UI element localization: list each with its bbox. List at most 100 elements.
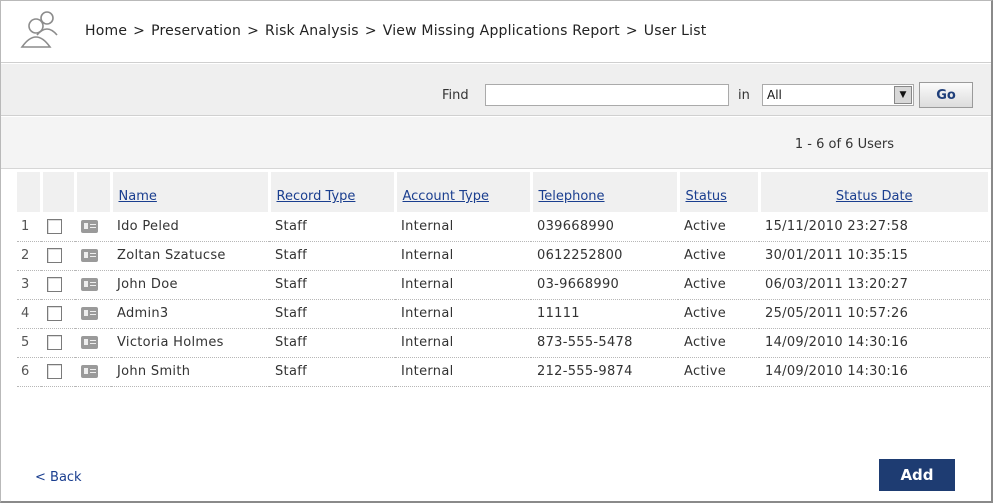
cell-telephone: 039668990 xyxy=(531,212,678,242)
results-summary-bar: 1 - 6 of 6 Users xyxy=(1,117,991,169)
contact-card-icon[interactable] xyxy=(81,307,98,320)
row-checkbox[interactable] xyxy=(47,364,62,379)
row-select-cell xyxy=(41,328,75,358)
row-select-cell xyxy=(41,270,75,300)
cell-record-type: Staff xyxy=(269,212,395,242)
breadcrumb-home[interactable]: Home xyxy=(85,23,127,39)
table-row: 6 John Smith Staff Internal 212-555-9874… xyxy=(17,357,990,387)
user-table: Name Record Type Account Type Telephone … xyxy=(17,172,991,387)
users-icon xyxy=(20,11,58,48)
row-select-cell xyxy=(41,299,75,329)
cell-account-type: Internal xyxy=(395,357,531,387)
cell-account-type: Internal xyxy=(395,241,531,271)
cell-record-type: Staff xyxy=(269,299,395,329)
row-icon-cell xyxy=(75,328,111,358)
sort-status-link[interactable]: Status xyxy=(686,189,727,204)
row-checkbox[interactable] xyxy=(47,248,62,263)
cell-status: Active xyxy=(678,241,759,271)
row-checkbox[interactable] xyxy=(47,335,62,350)
cell-status-date: 15/11/2010 23:27:58 xyxy=(759,212,990,242)
go-button[interactable]: Go xyxy=(919,82,973,108)
breadcrumb-current: User List xyxy=(643,23,707,39)
header-account-type: Account Type xyxy=(395,172,533,212)
table-row: 2 Zoltan Szatucse Staff Internal 0612252… xyxy=(17,241,990,271)
table-row: 3 John Doe Staff Internal 03-9668990 Act… xyxy=(17,270,990,300)
cell-record-type: Staff xyxy=(269,357,395,387)
header-record-type: Record Type xyxy=(269,172,397,212)
breadcrumb-separator: > xyxy=(364,23,377,39)
cell-status-date: 14/09/2010 14:30:16 xyxy=(759,357,990,387)
cell-status-date: 25/05/2011 10:57:26 xyxy=(759,299,990,329)
breadcrumb-preservation[interactable]: Preservation xyxy=(151,23,241,39)
header-select xyxy=(41,172,77,212)
contact-card-icon[interactable] xyxy=(81,219,98,233)
cell-account-type: Internal xyxy=(395,299,531,329)
contact-card-icon[interactable] xyxy=(81,249,98,262)
cell-status-date: 30/01/2011 10:35:15 xyxy=(759,241,990,271)
header-index xyxy=(17,172,43,212)
header-status: Status xyxy=(678,172,761,212)
row-select-cell xyxy=(41,212,75,242)
table-row: 5 Victoria Holmes Staff Internal 873-555… xyxy=(17,328,990,358)
search-scope-select[interactable]: All ▼ xyxy=(762,84,914,106)
cell-status-date: 06/03/2011 13:20:27 xyxy=(759,270,990,300)
cell-name: Victoria Holmes xyxy=(111,328,269,358)
row-index: 3 xyxy=(17,270,41,300)
sort-name-link[interactable]: Name xyxy=(119,189,157,204)
header-telephone: Telephone xyxy=(531,172,680,212)
row-checkbox[interactable] xyxy=(47,306,62,321)
table-row: 4 Admin3 Staff Internal 11111 Active 25/… xyxy=(17,299,990,329)
breadcrumb-separator: > xyxy=(625,23,638,39)
cell-name: Zoltan Szatucse xyxy=(111,241,269,271)
breadcrumb: Home > Preservation > Risk Analysis > View Mis… xyxy=(85,23,706,39)
cell-name: John Smith xyxy=(111,357,269,387)
cell-telephone: 11111 xyxy=(531,299,678,329)
row-checkbox[interactable] xyxy=(47,218,62,234)
page-header: Home > Preservation > Risk Analysis > View Mis… xyxy=(1,1,991,63)
cell-record-type: Staff xyxy=(269,270,395,300)
row-checkbox[interactable] xyxy=(47,277,62,292)
contact-card-icon[interactable] xyxy=(81,278,98,291)
search-bar: Find in All ▼ Go xyxy=(1,64,991,116)
add-button[interactable]: Add xyxy=(879,459,955,491)
cell-telephone: 212-555-9874 xyxy=(531,357,678,387)
contact-card-icon[interactable] xyxy=(81,365,98,378)
breadcrumb-risk-analysis[interactable]: Risk Analysis xyxy=(265,23,359,39)
find-label: Find xyxy=(442,88,469,103)
row-index: 6 xyxy=(17,357,41,387)
cell-status: Active xyxy=(678,357,759,387)
sort-record-type-link[interactable]: Record Type xyxy=(277,189,356,204)
cell-record-type: Staff xyxy=(269,328,395,358)
results-count: 1 - 6 of 6 Users xyxy=(794,137,894,152)
cell-telephone: 0612252800 xyxy=(531,241,678,271)
cell-telephone: 03-9668990 xyxy=(531,270,678,300)
header-icon xyxy=(75,172,113,212)
cell-name: Ido Peled xyxy=(111,212,269,242)
back-link[interactable]: < Back xyxy=(35,470,82,485)
row-icon-cell xyxy=(75,270,111,300)
row-icon-cell xyxy=(75,212,111,242)
search-input[interactable] xyxy=(485,84,729,106)
cell-account-type: Internal xyxy=(395,212,531,242)
search-scope-value: All xyxy=(767,88,782,102)
breadcrumb-missing-apps-report[interactable]: View Missing Applications Report xyxy=(383,23,620,39)
cell-status: Active xyxy=(678,299,759,329)
cell-status: Active xyxy=(678,328,759,358)
row-index: 4 xyxy=(17,299,41,329)
chevron-down-icon[interactable]: ▼ xyxy=(894,86,912,104)
cell-account-type: Internal xyxy=(395,270,531,300)
contact-card-icon[interactable] xyxy=(81,336,98,349)
cell-status-date: 14/09/2010 14:30:16 xyxy=(759,328,990,358)
cell-telephone: 873-555-5478 xyxy=(531,328,678,358)
row-index: 2 xyxy=(17,241,41,271)
sort-account-type-link[interactable]: Account Type xyxy=(403,189,489,204)
table-header-row: Name Record Type Account Type Telephone … xyxy=(17,172,991,212)
header-status-date: Status Date xyxy=(759,172,991,212)
in-label: in xyxy=(738,88,750,103)
sort-status-date-link[interactable]: Status Date xyxy=(836,189,913,204)
cell-status: Active xyxy=(678,270,759,300)
sort-telephone-link[interactable]: Telephone xyxy=(539,189,605,204)
row-icon-cell xyxy=(75,299,111,329)
row-icon-cell xyxy=(75,241,111,271)
header-name: Name xyxy=(111,172,271,212)
